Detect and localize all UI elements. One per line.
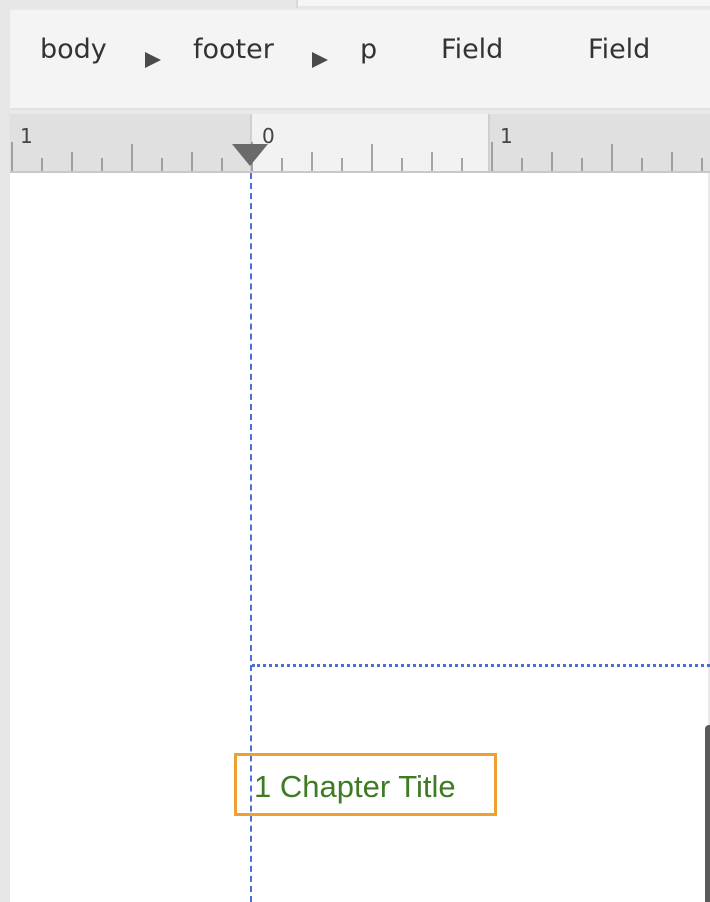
ruler-label: 1 bbox=[500, 124, 513, 148]
tab-strip bbox=[0, 0, 710, 8]
margin-guide-horizontal bbox=[252, 664, 710, 667]
ruler-ticks bbox=[11, 142, 703, 171]
breadcrumb-item-field-nested[interactable]: Field bbox=[588, 32, 650, 68]
page-left-border bbox=[0, 0, 10, 902]
breadcrumb-item-body[interactable]: body bbox=[40, 32, 107, 68]
editor-window: body footer p Field Field 1 0 1 1 Chapte… bbox=[0, 0, 710, 902]
indent-marker-icon[interactable] bbox=[232, 144, 268, 166]
breadcrumb-item-field[interactable]: Field bbox=[441, 32, 503, 68]
chapter-title-field-text: 1 Chapter Title bbox=[254, 769, 456, 804]
breadcrumb-item-footer[interactable]: footer bbox=[193, 32, 274, 68]
breadcrumb: body footer p Field Field bbox=[10, 10, 710, 110]
ruler-label: 1 bbox=[20, 124, 33, 148]
breadcrumb-item-p[interactable]: p bbox=[360, 32, 377, 68]
scrollbar-edge[interactable] bbox=[705, 725, 710, 902]
active-tab[interactable] bbox=[298, 0, 710, 6]
breadcrumb-separator-icon bbox=[312, 52, 328, 68]
horizontal-ruler[interactable]: 1 0 1 bbox=[10, 114, 710, 173]
breadcrumb-separator-icon bbox=[145, 52, 161, 68]
